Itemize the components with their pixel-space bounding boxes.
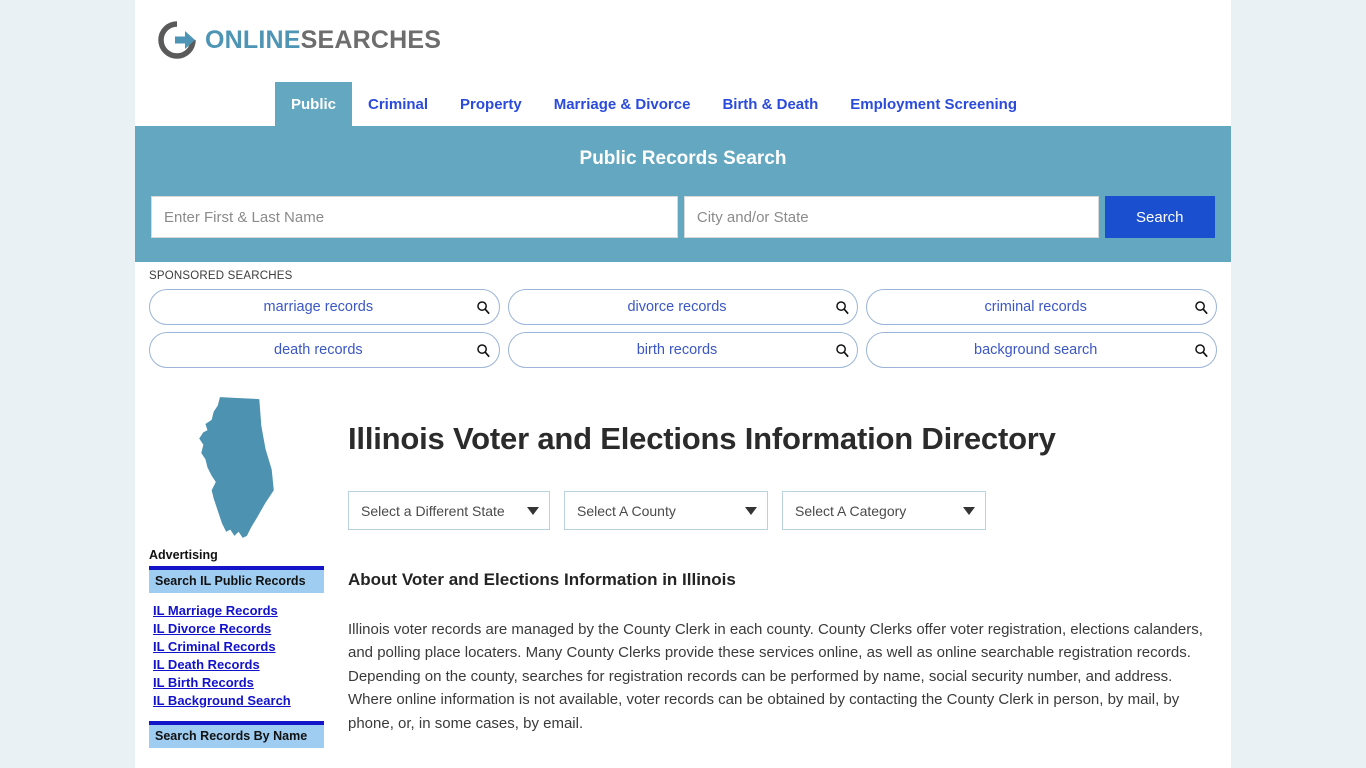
ad-block-heading-public-records: Search IL Public Records: [149, 566, 324, 593]
select-county-dropdown[interactable]: Select A County: [564, 491, 768, 530]
about-section-heading: About Voter and Elections Information in…: [348, 570, 736, 589]
nav-item-public[interactable]: Public: [275, 82, 353, 126]
search-icon: [469, 343, 499, 358]
sponsored-pill-divorce-records[interactable]: divorce records: [507, 289, 859, 325]
sponsored-pill-label: death records: [274, 342, 363, 358]
advertising-label: Advertising: [149, 548, 218, 562]
nav-item-birth-death[interactable]: Birth & Death: [706, 82, 834, 126]
sidebar: Advertising Search IL Public Records IL …: [149, 395, 324, 748]
chevron-down-icon: [527, 506, 539, 515]
sponsored-pill-criminal-records[interactable]: criminal records: [866, 289, 1218, 325]
page-title: Illinois Voter and Elections Information…: [348, 421, 1056, 456]
search-icon: [827, 300, 857, 315]
page-body: Advertising Search IL Public Records IL …: [135, 385, 1231, 748]
select-state-dropdown[interactable]: Select a Different State: [348, 491, 550, 530]
ad-block-heading-search-by-name: Search Records By Name: [149, 721, 324, 748]
nav-item-marriage-divorce[interactable]: Marriage & Divorce: [538, 82, 707, 126]
name-search-input[interactable]: [151, 196, 678, 238]
search-band-title: Public Records Search: [579, 148, 787, 169]
logo-word-searches: SEARCHES: [300, 25, 442, 54]
select-county-label: Select A County: [577, 502, 676, 519]
sponsored-row-1: marriage records divorce records crimina…: [149, 289, 1218, 325]
ad-link-background-search[interactable]: IL Background Search: [153, 693, 324, 708]
sponsored-pill-marriage-records[interactable]: marriage records: [149, 289, 500, 325]
select-category-dropdown[interactable]: Select A Category: [782, 491, 986, 530]
sponsored-pill-death-records[interactable]: death records: [149, 332, 500, 368]
about-section-paragraph: Illinois voter records are managed by th…: [348, 621, 1203, 732]
chevron-down-icon: [745, 506, 757, 515]
search-icon: [1186, 343, 1216, 358]
ad-link-marriage-records[interactable]: IL Marriage Records: [153, 603, 324, 618]
filter-dropdowns: Select a Different State Select A County…: [348, 491, 1217, 530]
main-navigation: Public Criminal Property Marriage & Divo…: [135, 82, 1231, 126]
sponsored-searches-label: SPONSORED SEARCHES: [149, 270, 293, 282]
nav-item-employment-screening[interactable]: Employment Screening: [834, 82, 1033, 126]
sponsored-searches-section: SPONSORED SEARCHES marriage records divo…: [135, 262, 1231, 385]
select-category-label: Select A Category: [795, 502, 907, 519]
sponsored-pill-label: criminal records: [984, 299, 1087, 315]
ad-link-death-records[interactable]: IL Death Records: [153, 657, 324, 672]
site-header: ONLINESEARCHES: [135, 0, 1231, 82]
city-state-search-input[interactable]: [683, 196, 1099, 238]
ad-links-list: IL Marriage Records IL Divorce Records I…: [149, 593, 324, 721]
site-logo[interactable]: ONLINESEARCHES: [155, 18, 441, 62]
public-records-search-band: Public Records Search Search: [135, 126, 1231, 262]
page-root: ONLINESEARCHES Public Criminal Property …: [0, 0, 1366, 768]
nav-item-property[interactable]: Property: [444, 82, 538, 126]
ad-link-birth-records[interactable]: IL Birth Records: [153, 675, 324, 690]
logo-word-online: ONLINE: [205, 25, 301, 54]
search-icon: [827, 343, 857, 358]
sponsored-pill-label: marriage records: [263, 299, 374, 315]
search-icon: [469, 300, 499, 315]
ad-link-divorce-records[interactable]: IL Divorce Records: [153, 621, 324, 636]
sponsored-pill-label: divorce records: [627, 299, 727, 315]
search-icon: [1186, 300, 1216, 315]
circle-arrow-right-icon: [155, 18, 199, 62]
nav-item-criminal[interactable]: Criminal: [352, 82, 444, 126]
content-column: ONLINESEARCHES Public Criminal Property …: [135, 0, 1231, 768]
illinois-state-map-icon: [149, 395, 324, 540]
sponsored-pill-label: birth records: [636, 342, 718, 358]
sponsored-row-2: death records birth records background s…: [149, 332, 1218, 368]
search-submit-button[interactable]: Search: [1104, 196, 1215, 238]
sponsored-pill-background-search[interactable]: background search: [866, 332, 1218, 368]
search-form: Search: [151, 196, 1215, 238]
logo-wordmark: ONLINESEARCHES: [205, 26, 441, 55]
main-content: Illinois Voter and Elections Information…: [324, 395, 1217, 748]
select-state-label: Select a Different State: [361, 502, 505, 519]
sponsored-pill-label: background search: [974, 342, 1098, 358]
sponsored-pill-birth-records[interactable]: birth records: [507, 332, 859, 368]
ad-link-criminal-records[interactable]: IL Criminal Records: [153, 639, 324, 654]
chevron-down-icon: [963, 506, 975, 515]
